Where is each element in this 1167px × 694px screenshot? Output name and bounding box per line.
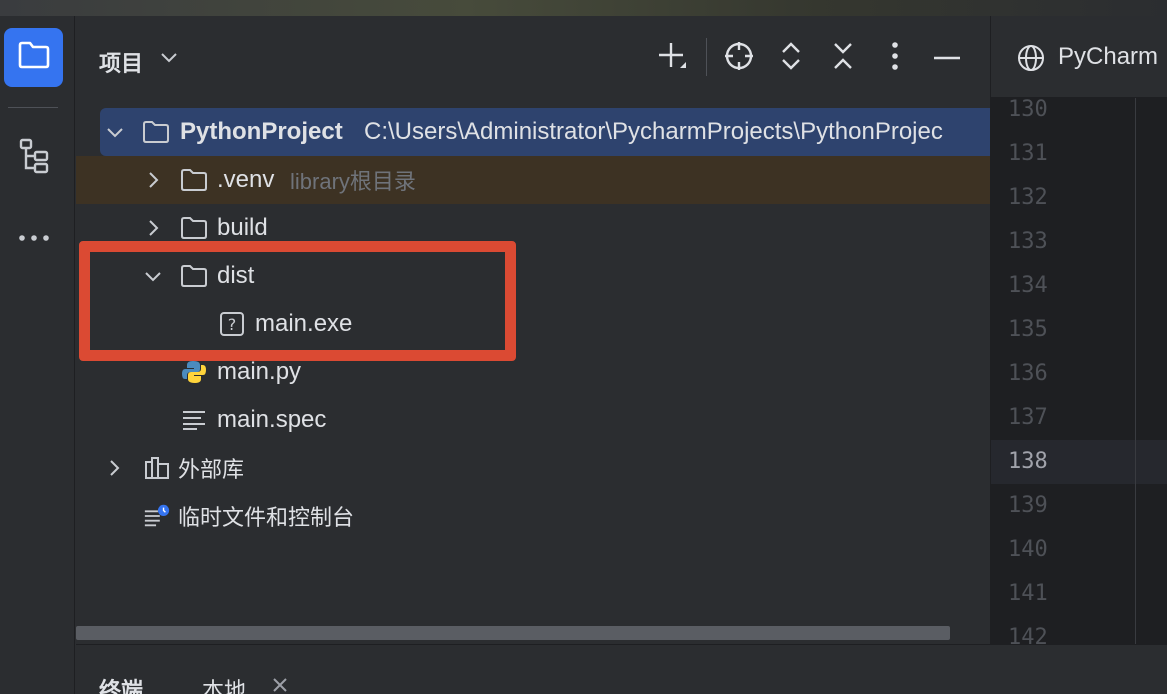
- current-line-number: 138: [991, 440, 1167, 484]
- expand-icon: [779, 40, 803, 77]
- new-file-button[interactable]: [654, 40, 690, 76]
- more-tools-button[interactable]: [4, 209, 63, 268]
- python-file-icon: [180, 358, 208, 386]
- chevron-right-icon[interactable]: [104, 458, 124, 478]
- line-number: 139: [1008, 493, 1048, 518]
- chevron-right-icon[interactable]: [143, 170, 163, 190]
- scratches-icon: [143, 502, 171, 530]
- collapse-icon: [831, 40, 855, 77]
- root-path: C:\Users\Administrator\PycharmProjects\P…: [364, 118, 943, 145]
- text-file-icon: [180, 406, 208, 434]
- vertical-dots-icon: [891, 41, 899, 76]
- library-icon: [143, 454, 171, 482]
- more-icon: [17, 230, 51, 248]
- hide-panel-button[interactable]: [929, 40, 965, 76]
- line-number: 132: [1008, 185, 1048, 210]
- tree-row-external-libraries[interactable]: 外部库: [76, 444, 990, 492]
- tree-row-main-spec[interactable]: main.spec: [76, 396, 990, 444]
- gutter-divider: [1135, 98, 1136, 644]
- annotation-highlight-box: [79, 241, 516, 361]
- structure-icon: [17, 137, 51, 180]
- line-number: 130: [1008, 97, 1048, 122]
- tree-label-root: PythonProject: [180, 118, 343, 145]
- options-button[interactable]: [877, 40, 913, 76]
- line-number: 135: [1008, 317, 1048, 342]
- project-tool-button[interactable]: [4, 28, 63, 87]
- activity-bar: [0, 16, 75, 694]
- editor-tab[interactable]: PyCharm: [991, 16, 1167, 98]
- locate-file-button[interactable]: [721, 40, 757, 76]
- editor-area: PyCharm 130 131 132 133 134 135 136 137 …: [990, 16, 1167, 644]
- tree-label-scratches: 临时文件和控制台: [178, 506, 355, 531]
- structure-tool-button[interactable]: [4, 129, 63, 188]
- tree-label-main-spec: main.spec: [217, 406, 327, 433]
- tree-label-venv: .venv: [217, 166, 275, 193]
- folder-icon: [17, 40, 51, 75]
- horizontal-scrollbar[interactable]: [76, 626, 950, 640]
- expand-all-button[interactable]: [773, 40, 809, 76]
- tree-row-scratches[interactable]: 临时文件和控制台: [76, 492, 990, 540]
- chevron-down-icon[interactable]: [105, 122, 125, 142]
- venv-hint: library根目录: [290, 169, 416, 194]
- line-number: 131: [1008, 141, 1048, 166]
- line-number: 142: [1008, 625, 1048, 644]
- tree-label-build: build: [217, 214, 268, 241]
- crosshair-icon: [723, 40, 755, 77]
- line-number: 136: [1008, 361, 1048, 386]
- tab-terminal[interactable]: 终端: [99, 673, 143, 694]
- close-icon[interactable]: [272, 677, 288, 694]
- tree-row-venv[interactable]: .venv library根目录: [76, 156, 990, 204]
- bottom-tool-window: 终端 本地: [76, 644, 1167, 694]
- globe-icon: [1017, 44, 1045, 77]
- tab-local[interactable]: 本地: [202, 673, 246, 694]
- tree-label-external-libraries: 外部库: [178, 458, 245, 483]
- toolbar-separator: [706, 38, 707, 76]
- line-number: 134: [1008, 273, 1048, 298]
- chevron-down-icon[interactable]: [160, 50, 178, 69]
- line-number: 140: [1008, 537, 1048, 562]
- tree-row-root[interactable]: PythonProject C:\Users\Administrator\Pyc…: [100, 108, 990, 156]
- panel-header: 项目: [76, 16, 990, 102]
- folder-icon: [180, 166, 208, 194]
- folder-icon: [142, 118, 170, 146]
- line-number: 133: [1008, 229, 1048, 254]
- tree-label-main-py: main.py: [217, 358, 302, 385]
- collapse-all-button[interactable]: [825, 40, 861, 76]
- line-number: 137: [1008, 405, 1048, 430]
- window-title-strip: [0, 0, 1167, 16]
- editor-tab-label: PyCharm: [1058, 43, 1159, 70]
- folder-icon: [180, 214, 208, 242]
- line-number: 141: [1008, 581, 1048, 606]
- minimize-icon: [933, 49, 961, 67]
- activity-separator: [8, 107, 58, 108]
- plus-icon: [656, 40, 688, 77]
- panel-title[interactable]: 项目: [99, 46, 143, 78]
- chevron-right-icon[interactable]: [143, 218, 163, 238]
